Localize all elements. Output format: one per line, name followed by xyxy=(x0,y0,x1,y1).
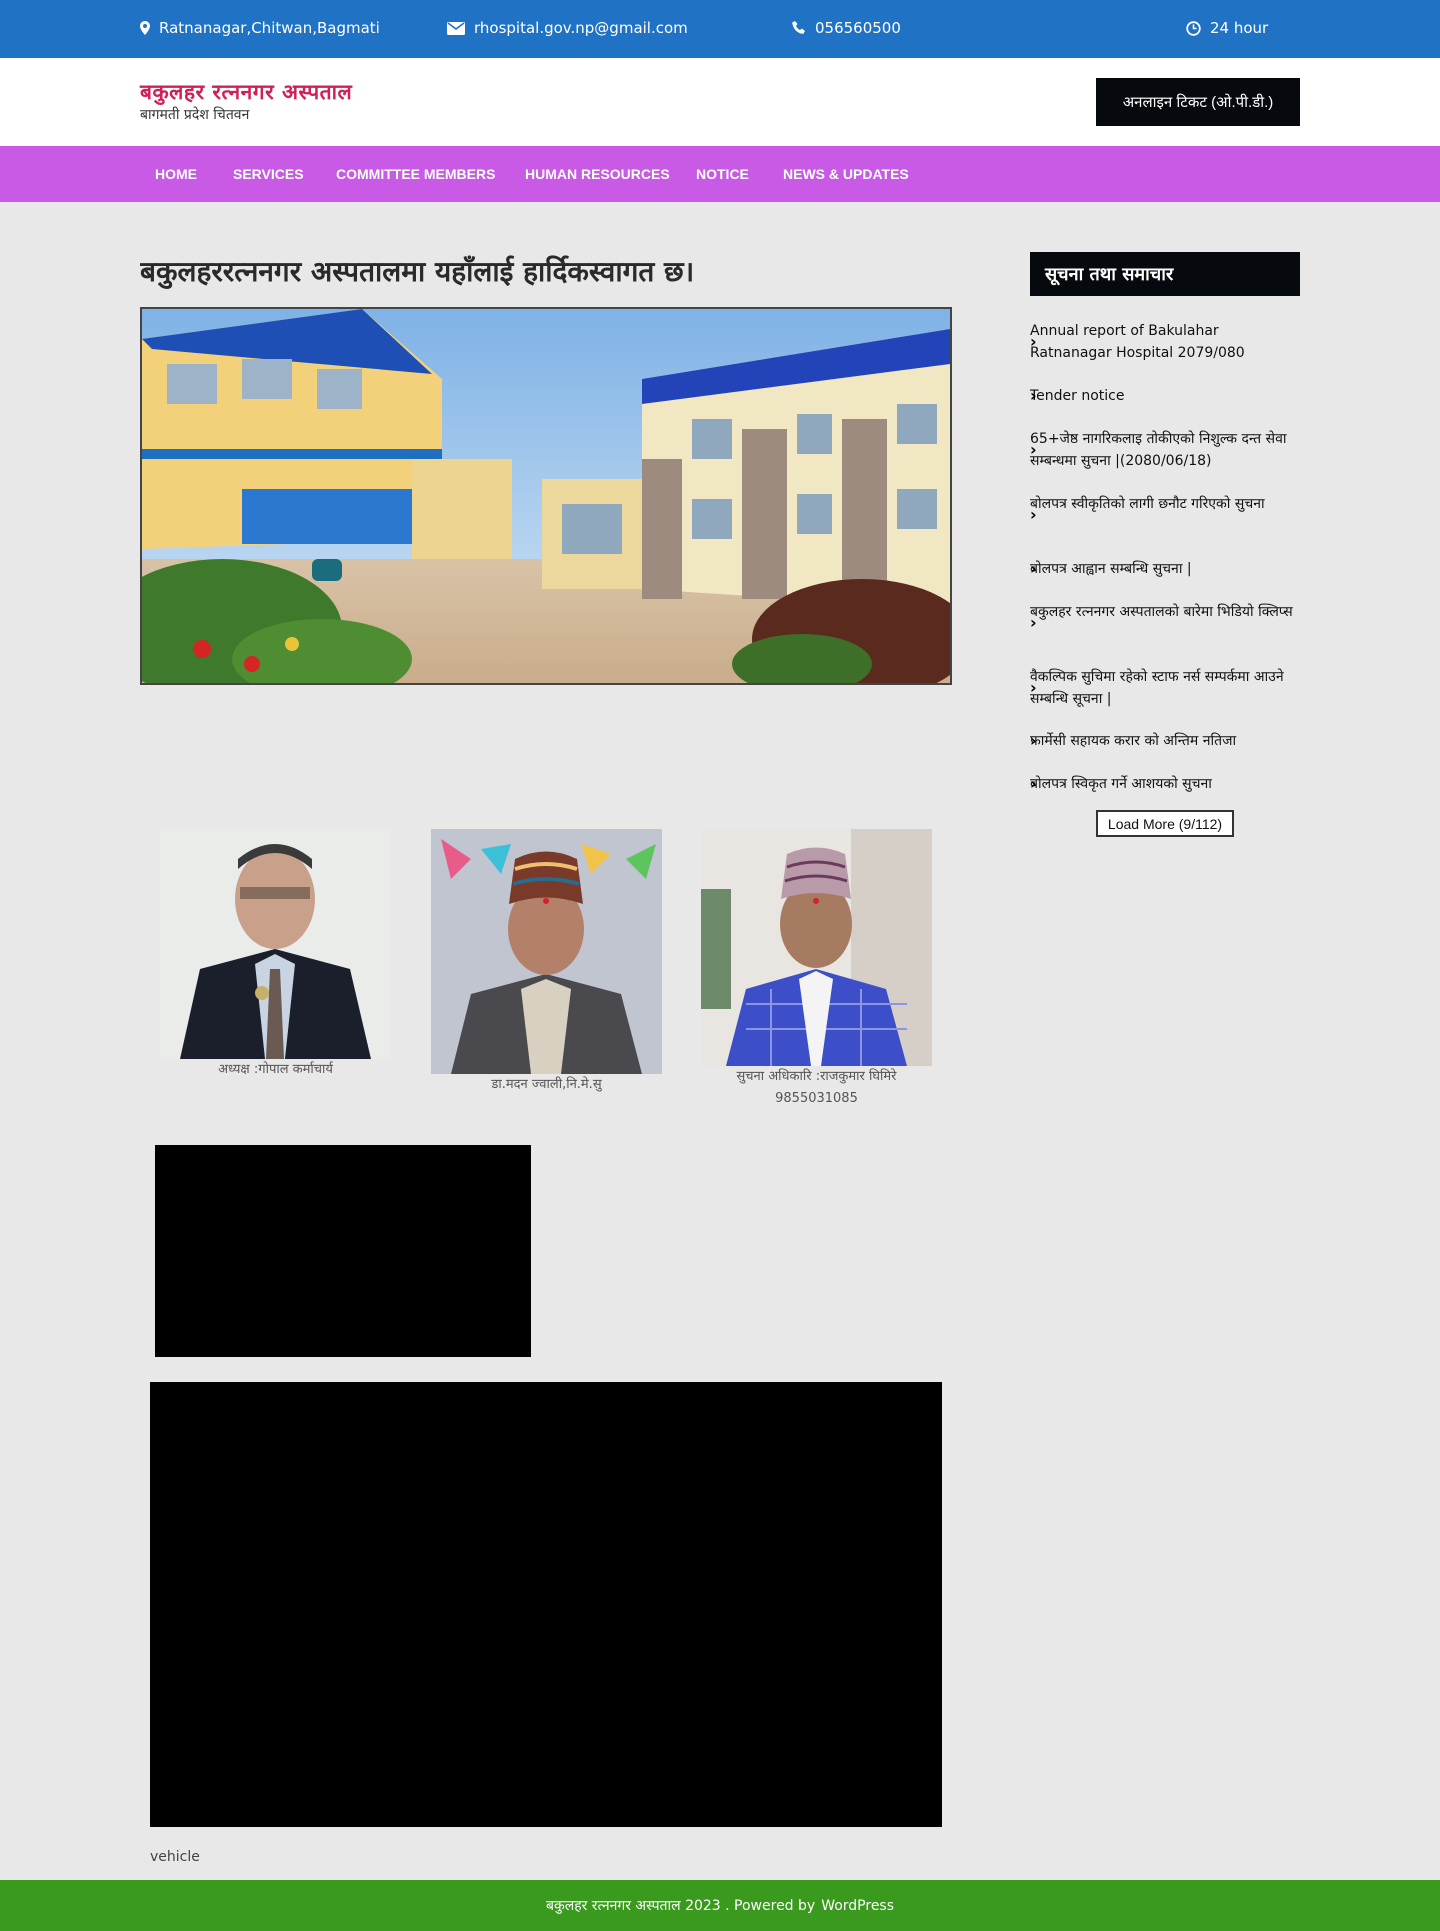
email-text[interactable]: rhospital.gov.np@gmail.com xyxy=(474,19,688,37)
footer-text: बकुलहर रत्ननगर अस्पताल 2023 . Powered by xyxy=(545,1898,816,1914)
medical-superintendent-photo xyxy=(431,829,662,1074)
page-title: बकुलहररत्ननगर अस्पतालमा यहाँलाई हार्दिकस… xyxy=(140,255,695,288)
notice-item-label[interactable]: Tender notice xyxy=(1030,385,1300,407)
notice-item[interactable]: › बोलपत्र स्विकृत गर्ने आशयको सुचना xyxy=(1030,773,1300,795)
notice-item-label[interactable]: बोलपत्र स्विकृत गर्ने आशयको सुचना xyxy=(1030,773,1300,795)
notice-item-label[interactable]: बोलपत्र स्वीकृतिको लागी छनौट गरिएको सुचन… xyxy=(1030,493,1300,515)
email-item[interactable]: rhospital.gov.np@gmail.com xyxy=(447,19,688,37)
nav-item-home[interactable]: HOME xyxy=(155,166,197,182)
notice-item[interactable]: › Tender notice xyxy=(1030,385,1300,407)
chevron-right-icon: › xyxy=(1030,332,1037,351)
nav-item-news-updates[interactable]: NEWS & UPDATES xyxy=(783,166,909,182)
map-pin-icon xyxy=(140,21,150,35)
load-more-button[interactable]: Load More (9/112) xyxy=(1096,810,1234,837)
chevron-right-icon: › xyxy=(1030,774,1037,793)
top-contact-bar: Ratnanagar,Chitwan,Bagmati rhospital.gov… xyxy=(0,0,1440,58)
notice-item-label[interactable]: Annual report of Bakulahar Ratnanagar Ho… xyxy=(1030,320,1300,364)
notice-item[interactable]: › बकुलहर रत्ननगर अस्पतालको बारेमा भिडियो… xyxy=(1030,601,1300,632)
notice-item-label[interactable]: 65+जेष्ठ नागरिकलाइ तोकीएको निशुल्क दन्त … xyxy=(1030,428,1300,472)
hours-text: 24 hour xyxy=(1210,19,1269,37)
notice-item[interactable]: › Annual report of Bakulahar Ratnanagar … xyxy=(1030,320,1300,364)
notice-item-label[interactable]: बकुलहर रत्ननगर अस्पतालको बारेमा भिडियो क… xyxy=(1030,601,1300,623)
address-text: Ratnanagar,Chitwan,Bagmati xyxy=(159,19,380,37)
site-header: बकुलहर रत्ननगर अस्पताल बागमती प्रदेश चित… xyxy=(0,58,1440,146)
main-navigation: HOME SERVICES COMMITTEE MEMBERS HUMAN RE… xyxy=(0,146,1440,202)
hours-item: 24 hour xyxy=(1186,19,1268,37)
phone-icon xyxy=(792,21,806,35)
chevron-right-icon: › xyxy=(1030,731,1037,750)
chevron-right-icon: › xyxy=(1030,440,1037,459)
notice-item-label[interactable]: बोलपत्र आह्वान सम्बन्धि सुचना | xyxy=(1030,558,1300,580)
video-player-large[interactable] xyxy=(150,1382,942,1827)
notice-item-label[interactable]: वैकल्पिक सुचिमा रहेको स्टाफ नर्स सम्पर्क… xyxy=(1030,666,1300,710)
nav-item-committee-members[interactable]: COMMITTEE MEMBERS xyxy=(336,166,495,182)
video-caption: vehicle xyxy=(150,1849,200,1865)
chevron-right-icon: › xyxy=(1030,559,1037,578)
clock-icon xyxy=(1186,20,1201,36)
wordpress-link[interactable]: WordPress xyxy=(821,1898,894,1914)
medical-superintendent-caption: डा.मदन ज्वाली,नि.मे.सु xyxy=(491,1077,602,1092)
notice-widget-title: सूचना तथा समाचार xyxy=(1030,252,1300,296)
site-title[interactable]: बकुलहर रत्ननगर अस्पताल xyxy=(140,78,352,106)
video-player-small[interactable] xyxy=(155,1145,531,1357)
notice-item[interactable]: › वैकल्पिक सुचिमा रहेको स्टाफ नर्स सम्पर… xyxy=(1030,666,1300,710)
person-card-medical-superintendent: डा.मदन ज्वाली,नि.मे.सु xyxy=(431,829,662,1096)
information-officer-phone: 9855031085 xyxy=(775,1091,858,1106)
nav-item-human-resources[interactable]: HUMAN RESOURCES xyxy=(525,166,670,182)
person-card-chairman: अध्यक्ष :गोपाल कर्माचार्य xyxy=(160,829,391,1081)
notice-item[interactable]: › बोलपत्र स्वीकृतिको लागी छनौट गरिएको सु… xyxy=(1030,493,1300,524)
online-ticket-button[interactable]: अनलाइन टिकट (ओ.पी.डी.) xyxy=(1096,78,1300,126)
envelope-icon xyxy=(447,21,465,35)
notice-item[interactable]: › 65+जेष्ठ नागरिकलाइ तोकीएको निशुल्क दन्… xyxy=(1030,428,1300,472)
chevron-right-icon: › xyxy=(1030,505,1037,524)
chevron-right-icon: › xyxy=(1030,386,1037,405)
hospital-hero-image xyxy=(140,307,952,685)
person-card-information-officer: सुचना अधिकारि :राजकुमार घिमिरे 985503108… xyxy=(701,829,932,1110)
nav-item-notice[interactable]: NOTICE xyxy=(696,166,749,182)
information-officer-caption: सुचना अधिकारि :राजकुमार घिमिरे xyxy=(736,1069,897,1084)
notice-item[interactable]: › फार्मेसी सहायक करार को अन्तिम नतिजा xyxy=(1030,730,1300,752)
chevron-right-icon: › xyxy=(1030,678,1037,697)
notice-item-label[interactable]: फार्मेसी सहायक करार को अन्तिम नतिजा xyxy=(1030,730,1300,752)
site-footer: बकुलहर रत्ननगर अस्पताल 2023 . Powered by… xyxy=(0,1880,1440,1931)
notice-item[interactable]: › बोलपत्र आह्वान सम्बन्धि सुचना | xyxy=(1030,558,1300,580)
phone-text[interactable]: 056560500 xyxy=(815,19,901,37)
phone-item[interactable]: 056560500 xyxy=(792,19,901,37)
chairman-photo xyxy=(160,829,391,1059)
chevron-right-icon: › xyxy=(1030,613,1037,632)
chairman-caption: अध्यक्ष :गोपाल कर्माचार्य xyxy=(218,1062,333,1077)
site-tagline: बागमती प्रदेश चितवन xyxy=(140,107,250,123)
information-officer-photo xyxy=(701,829,932,1066)
address-item: Ratnanagar,Chitwan,Bagmati xyxy=(140,19,380,37)
nav-item-services[interactable]: SERVICES xyxy=(233,166,304,182)
